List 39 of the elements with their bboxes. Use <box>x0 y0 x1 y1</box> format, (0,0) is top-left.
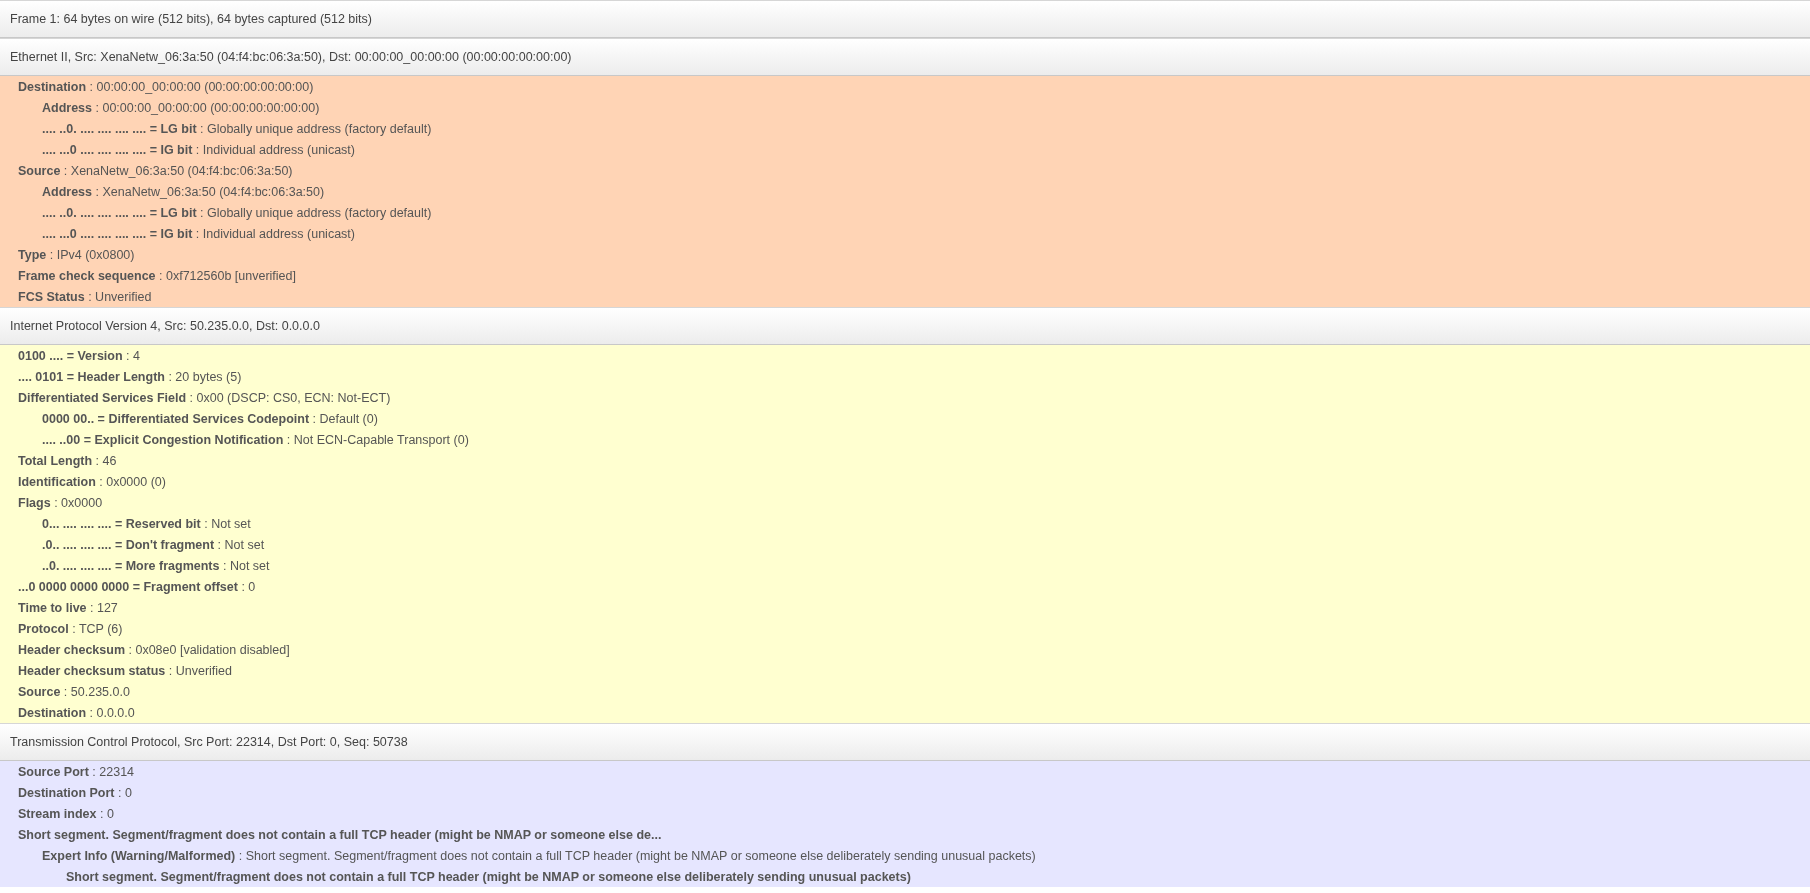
field-text: 0000 00.. = Differentiated Services Codepoint : Default (0) <box>42 411 378 426</box>
field-text: Source : 50.235.0.0 <box>18 684 130 699</box>
field-text: Type : IPv4 (0x0800) <box>18 247 135 262</box>
field-text: Destination : 00:00:00_00:00:00 (00:00:00:00:00:00) <box>18 79 314 94</box>
field-text: Identification : 0x0000 (0) <box>18 474 166 489</box>
field-text: Short segment. Segment/fragment does not contain a full TCP header (might be NMAP or someone else de... <box>18 827 662 842</box>
field-text: Protocol : TCP (6) <box>18 621 123 636</box>
field-text: .0.. .... .... .... = Don't fragment : Not set <box>42 537 265 552</box>
field-text: ..0. .... .... .... = More fragments : Not set <box>42 558 270 573</box>
field-text: Source Port : 22314 <box>18 764 135 779</box>
field-text: .... ..0. .... .... .... .... = LG bit : Globally unique address (factory default) <box>42 205 432 220</box>
field-text: Address : 00:00:00_00:00:00 (00:00:00:00:00:00) <box>42 100 320 115</box>
field-text: Destination : 0.0.0.0 <box>18 705 135 720</box>
field-text: Flags : 0x0000 <box>18 495 103 510</box>
field-text: .... ..0. .... .... .... .... = LG bit : Globally unique address (factory default) <box>42 121 432 136</box>
field-text: Short segment. Segment/fragment does not contain a full TCP header (might be NMAP or someone else deliberately sending unusual packets) <box>66 869 911 884</box>
field-text: Differentiated Services Field : 0x00 (DSCP: CS0, ECN: Not-ECT) <box>18 390 391 405</box>
field-text: .... ..00 = Explicit Congestion Notification : Not ECN-Capable Transport (0) <box>42 432 469 447</box>
field-text: FCS Status : Unverified <box>18 289 152 304</box>
field-text: .... ...0 .... .... .... .... = IG bit : Individual address (unicast) <box>42 226 355 241</box>
field-text: 0100 .... = Version : 4 <box>18 348 140 363</box>
field-text: Stream index : 0 <box>18 806 114 821</box>
field-text: ...0 0000 0000 0000 = Fragment offset : 0 <box>18 579 256 594</box>
field-text: .... ...0 .... .... .... .... = IG bit : Individual address (unicast) <box>42 142 355 157</box>
field-text: Source : XenaNetw_06:3a:50 (04:f4:bc:06:3a:50) <box>18 163 293 178</box>
field-text: 0... .... .... .... = Reserved bit : Not set <box>42 516 251 531</box>
field-text: Frame check sequence : 0xf712560b [unverified] <box>18 268 296 283</box>
field-text: .... 0101 = Header Length : 20 bytes (5) <box>18 369 242 384</box>
field-text: Expert Info (Warning/Malformed) : Short segment. Segment/fragment does not contain a full TCP header (might be NMAP or someone else deliberately sending unusual packets) <box>42 848 1036 863</box>
section-header[interactable]: Frame 1: 64 bytes on wire (512 bits), 64 bytes captured (512 bits) <box>0 0 1810 38</box>
field-text: Time to live : 127 <box>18 600 118 615</box>
section-header[interactable]: Ethernet II, Src: XenaNetw_06:3a:50 (04:f4:bc:06:3a:50), Dst: 00:00:00_00:00:00 (00:00:00:00:00:00) <box>0 38 1810 76</box>
field-text: Address : XenaNetw_06:3a:50 (04:f4:bc:06:3a:50) <box>42 184 325 199</box>
section-header[interactable]: Transmission Control Protocol, Src Port: 22314, Dst Port: 0, Seq: 50738 <box>0 723 1810 761</box>
field-text: Header checksum : 0x08e0 [validation disabled] <box>18 642 290 657</box>
field-text: Destination Port : 0 <box>18 785 132 800</box>
field-text: Total Length : 46 <box>18 453 117 468</box>
field-text: Header checksum status : Unverified <box>18 663 232 678</box>
section-header[interactable]: Internet Protocol Version 4, Src: 50.235.0.0, Dst: 0.0.0.0 <box>0 307 1810 345</box>
